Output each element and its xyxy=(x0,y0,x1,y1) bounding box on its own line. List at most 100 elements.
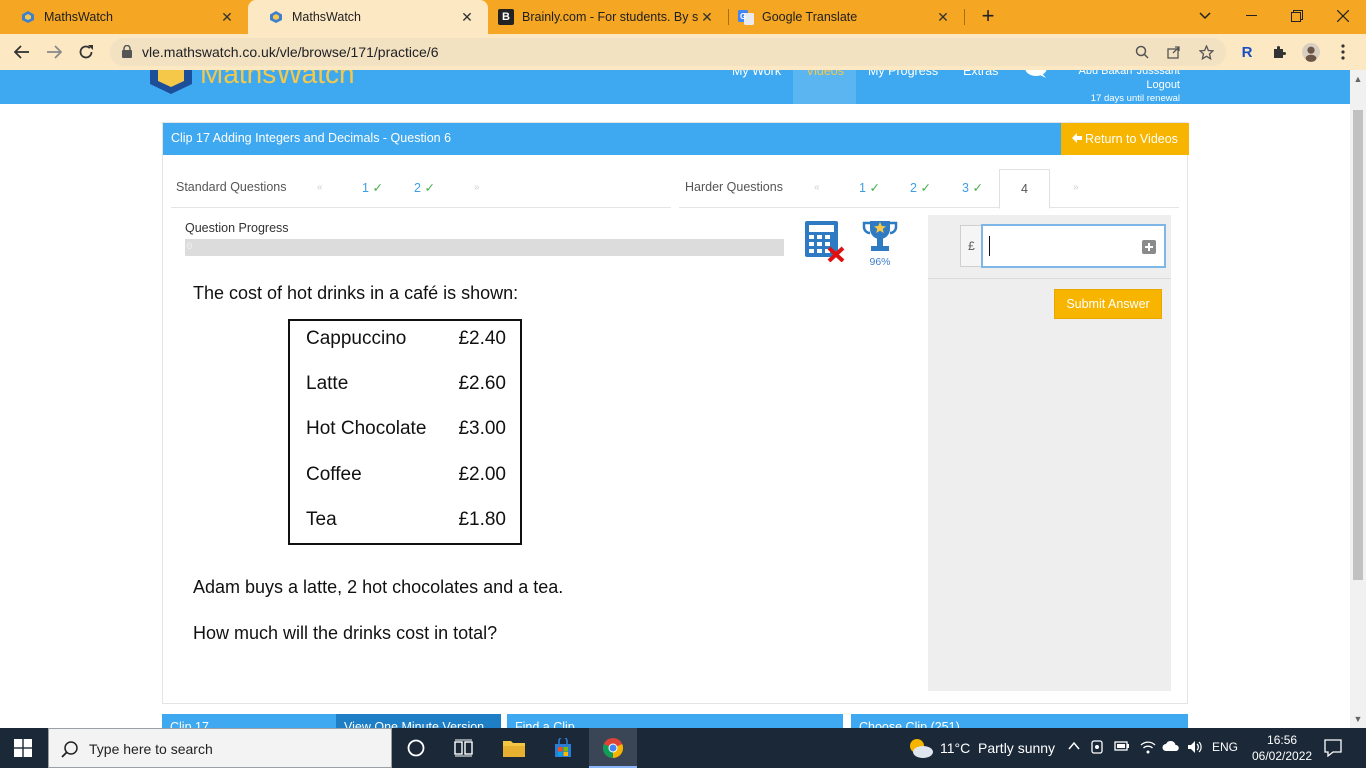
logo-text: MathsWatch xyxy=(200,70,355,89)
nav-videos[interactable]: Videos xyxy=(806,70,844,78)
chrome-icon[interactable] xyxy=(601,736,625,760)
search-icon xyxy=(61,741,78,758)
drink-price: £1.80 xyxy=(458,509,506,530)
nav-my-work[interactable]: My Work xyxy=(732,70,781,78)
drink-price: £2.40 xyxy=(458,328,506,349)
one-minute-version-button[interactable]: View One Minute Version xyxy=(336,714,501,728)
standard-question-1[interactable]: 1 ✓ xyxy=(362,180,383,195)
site-logo[interactable]: MathsWatch xyxy=(148,70,355,94)
onedrive-cloud-icon[interactable] xyxy=(1162,740,1180,755)
task-view-icon[interactable] xyxy=(452,736,476,760)
new-tab-button[interactable]: + xyxy=(976,4,1000,28)
page-content: MathsWatch My Work Videos My Progress Ex… xyxy=(0,70,1350,728)
expand-plus-icon[interactable] xyxy=(1142,240,1156,254)
divider xyxy=(171,207,671,208)
windows-taskbar: Type here to search 11°C Partly sunny EN… xyxy=(0,728,1366,768)
close-tab-icon[interactable]: ✕ xyxy=(218,9,236,26)
page-scrollbar[interactable]: ▲ ▼ xyxy=(1350,70,1366,728)
brainly-favicon-icon: B xyxy=(498,9,514,25)
weather-widget[interactable]: 11°C Partly sunny xyxy=(908,737,1055,759)
scroll-down-arrow-icon[interactable]: ▼ xyxy=(1353,714,1363,724)
question-number: 2 xyxy=(414,181,421,195)
scroll-up-arrow-icon[interactable]: ▲ xyxy=(1353,74,1363,84)
file-explorer-icon[interactable] xyxy=(502,736,526,760)
browser-tab-active[interactable]: MathsWatch ✕ xyxy=(248,0,488,34)
wifi-icon[interactable] xyxy=(1140,740,1156,757)
find-clip-bar[interactable]: Find a Clip xyxy=(507,714,843,728)
standard-prev-arrow[interactable]: « xyxy=(317,182,323,193)
clock-time: 16:56 xyxy=(1267,733,1298,747)
close-tab-icon[interactable]: ✕ xyxy=(934,9,952,26)
cortana-circle-icon[interactable] xyxy=(404,736,428,760)
profile-avatar-icon[interactable] xyxy=(1302,43,1320,62)
harder-next-arrow[interactable]: » xyxy=(1073,182,1079,193)
logout-link[interactable]: Logout xyxy=(1079,78,1180,92)
notifications-icon[interactable] xyxy=(1324,739,1342,757)
scroll-thumb[interactable] xyxy=(1353,110,1363,580)
volume-icon[interactable] xyxy=(1187,740,1203,757)
clock-date: 06/02/2022 xyxy=(1252,749,1313,763)
tab-title: Brainly.com - For students. By stu xyxy=(522,10,698,24)
reload-icon[interactable] xyxy=(74,40,98,64)
windows-start-icon[interactable] xyxy=(14,739,32,757)
harder-question-1[interactable]: 1 ✓ xyxy=(859,180,880,195)
show-hidden-icons-chevron-icon[interactable] xyxy=(1068,740,1080,754)
choose-clip-bar[interactable]: Choose Clip (251) xyxy=(851,714,1188,728)
answer-input[interactable] xyxy=(981,224,1166,268)
tab-title: MathsWatch xyxy=(292,10,362,24)
browser-tab[interactable]: B Brainly.com - For students. By stu ✕ xyxy=(488,0,728,34)
answer-input-row: £ xyxy=(928,215,1171,279)
question-prompt: How much will the drinks cost in total? xyxy=(193,623,498,643)
taskbar-search-box[interactable]: Type here to search xyxy=(48,728,392,768)
weather-text: 11°C Partly sunny xyxy=(940,740,1056,756)
harder-question-3[interactable]: 3 ✓ xyxy=(962,180,983,195)
tray-device-icon[interactable] xyxy=(1090,740,1104,757)
browser-menu-icon[interactable] xyxy=(1334,43,1352,61)
trophy-percentage: 96% xyxy=(869,256,891,268)
browser-tab[interactable]: G Google Translate ✕ xyxy=(728,0,964,34)
answer-pane: £ Submit Answer xyxy=(928,215,1171,691)
bookmark-star-icon[interactable] xyxy=(1198,44,1214,60)
page-title: Clip 17 Adding Integers and Decimals - Q… xyxy=(171,131,452,145)
standard-question-2[interactable]: 2 ✓ xyxy=(414,180,435,195)
lock-icon xyxy=(122,45,132,58)
back-arrow-icon[interactable] xyxy=(10,40,34,64)
partly-sunny-icon xyxy=(910,739,933,758)
drink-name: Tea xyxy=(306,509,337,530)
clip-bar: Clip 17 xyxy=(162,714,336,728)
trophy-icon xyxy=(862,221,898,251)
system-clock[interactable]: 16:56 06/02/2022 xyxy=(1252,732,1312,764)
address-bar[interactable]: vle.mathswatch.co.uk/vle/browse/171/prac… xyxy=(110,38,1226,66)
minimize-window-button[interactable] xyxy=(1228,0,1274,32)
harder-question-2[interactable]: 2 ✓ xyxy=(910,180,931,195)
close-tab-icon[interactable]: ✕ xyxy=(458,9,476,26)
mathswatch-logo-icon xyxy=(150,70,192,94)
extensions-puzzle-icon[interactable] xyxy=(1270,43,1288,61)
language-indicator[interactable]: ENG xyxy=(1212,740,1238,754)
harder-prev-arrow[interactable]: « xyxy=(814,182,820,193)
submit-answer-button[interactable]: Submit Answer xyxy=(1054,289,1162,319)
battery-icon[interactable] xyxy=(1114,740,1130,755)
close-window-button[interactable] xyxy=(1320,0,1366,32)
zoom-icon[interactable] xyxy=(1134,44,1150,60)
harder-questions-label: Harder Questions xyxy=(685,180,783,194)
nav-extras[interactable]: Extras xyxy=(963,70,998,78)
share-icon[interactable] xyxy=(1166,44,1182,60)
nav-my-progress[interactable]: My Progress xyxy=(868,70,938,78)
question-progress-bar: 0 xyxy=(185,239,784,256)
harder-question-4-tab[interactable]: 4 xyxy=(999,169,1050,209)
restore-window-button[interactable] xyxy=(1274,0,1320,32)
check-icon: ✓ xyxy=(372,181,383,195)
drink-name: Hot Chocolate xyxy=(306,418,427,439)
close-tab-icon[interactable]: ✕ xyxy=(698,9,716,26)
return-to-videos-button[interactable]: Return to Videos xyxy=(1061,123,1189,155)
check-icon: ✓ xyxy=(972,181,983,195)
extension-r-icon[interactable]: R xyxy=(1238,43,1256,61)
forward-arrow-icon[interactable] xyxy=(42,40,66,64)
standard-next-arrow[interactable]: » xyxy=(474,182,480,193)
microsoft-store-icon[interactable] xyxy=(551,736,575,760)
currency-prefix: £ xyxy=(960,225,982,267)
extension-letter: R xyxy=(1241,43,1253,61)
browser-tab[interactable]: MathsWatch ✕ xyxy=(0,0,248,34)
tab-search-chevron-icon[interactable] xyxy=(1182,0,1228,32)
